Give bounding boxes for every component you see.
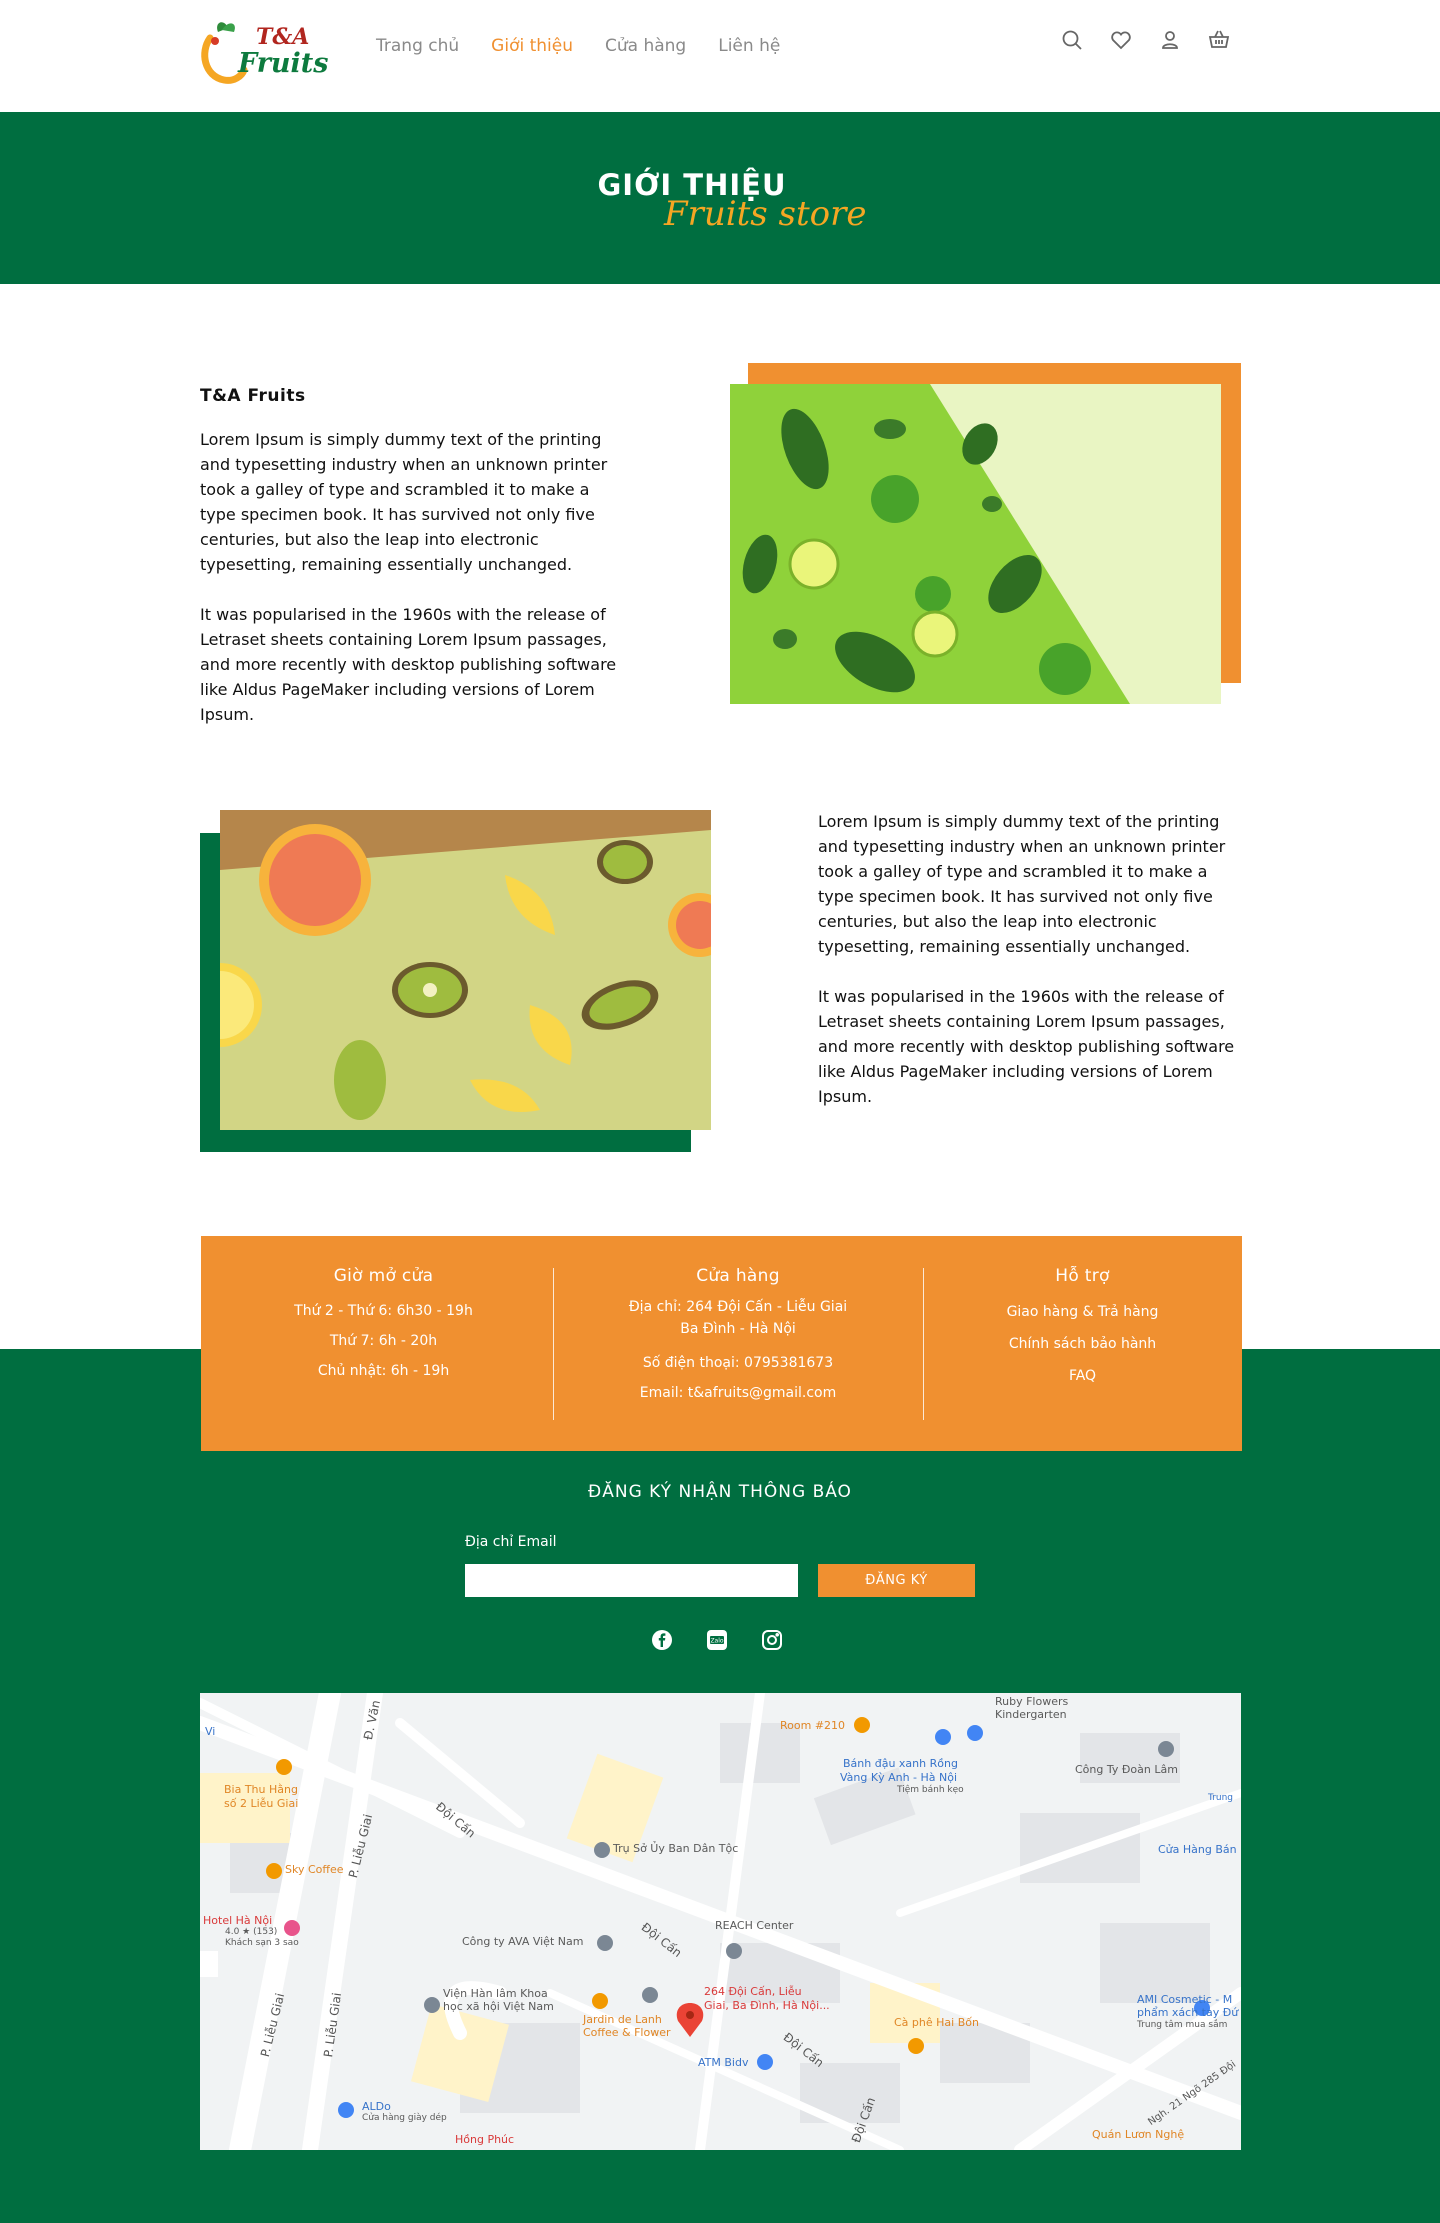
- map-label: Room #210: [780, 1719, 846, 1732]
- logo[interactable]: T&A Fruits: [200, 14, 328, 88]
- instagram-icon[interactable]: [761, 1629, 783, 1651]
- store-address: Địa chỉ: 264 Đội Cấn - Liễu Giai Ba Đình …: [553, 1296, 923, 1340]
- subscribe-button[interactable]: ĐĂNG KÝ: [818, 1564, 975, 1597]
- support-link-shipping[interactable]: Giao hàng & Trả hàng: [923, 1296, 1242, 1328]
- location-map[interactable]: Ruby Flowers Kindergarten Room #210 Bánh…: [200, 1693, 1241, 2150]
- map-label: Khách sạn 3 sao: [225, 1938, 299, 1948]
- nav-item-home[interactable]: Trang chủ: [376, 36, 459, 56]
- map-label: học xã hội Việt Nam: [443, 2000, 554, 2013]
- heart-icon[interactable]: [1109, 28, 1133, 52]
- map-label: số 2 Liễu Giai: [224, 1797, 299, 1810]
- about2-paragraph-2: It was popularised in the 1960s with the…: [818, 987, 1235, 1106]
- map-label: Kindergarten: [995, 1708, 1067, 1721]
- user-icon[interactable]: [1158, 28, 1182, 52]
- map-label: Trụ Sở Ủy Ban Dân Tộc: [613, 1842, 739, 1855]
- map-label: Cà phê Hai Bốn: [894, 2016, 979, 2029]
- about2-paragraph-1: Lorem Ipsum is simply dummy text of the …: [818, 812, 1226, 956]
- map-label: AMI Cosmetic - M: [1137, 1993, 1233, 2006]
- map-label: Quán Lươn Nghệ: [1092, 2128, 1185, 2141]
- newsletter-title: ĐĂNG KÝ NHẬN THÔNG BÁO: [588, 1482, 852, 1502]
- page: T&A Fruits Trang chủ Giới thiệu Cửa hàng…: [0, 0, 1440, 2223]
- map-label: Vi: [205, 1725, 216, 1738]
- store-email[interactable]: Email: t&afruits@gmail.com: [553, 1378, 923, 1408]
- map-label: Bia Thu Hằng: [224, 1783, 298, 1796]
- cucumber-lime-image: [730, 384, 1221, 704]
- logo-fruits-text: Fruits: [238, 48, 329, 79]
- map-label: Công ty AVA Việt Nam: [462, 1935, 584, 1948]
- map-label: Vàng Kỳ Anh - Hà Nội: [840, 1771, 958, 1784]
- opening-hours: Giờ mở cửa Thứ 2 - Thứ 6: 6h30 - 19h Thứ…: [201, 1266, 566, 1386]
- map-label: ALDo: [362, 2100, 391, 2113]
- map-label: ATM Bidv: [698, 2056, 749, 2069]
- svg-text:Zalo: Zalo: [710, 1638, 723, 1645]
- map-label: REACH Center: [715, 1919, 794, 1932]
- nav-item-about[interactable]: Giới thiệu: [491, 36, 573, 56]
- map-label: Ruby Flowers: [995, 1695, 1069, 1708]
- about-text: Lorem Ipsum is simply dummy text of the …: [200, 427, 630, 752]
- support-links: Hỗ trợ Giao hàng & Trả hàng Chính sách b…: [923, 1266, 1242, 1392]
- logo-ta-text: T&A: [256, 24, 310, 50]
- map-label: Cửa Hàng Bán: [1158, 1843, 1237, 1856]
- page-banner: GIỚI THIỆU Fruits store: [0, 112, 1440, 284]
- map-label: 4.0 ★ (153): [225, 1927, 278, 1937]
- map-label: Hồng Phúc: [455, 2133, 515, 2146]
- map-label: Coffee & Flower: [583, 2026, 671, 2039]
- store-info-title: Cửa hàng: [696, 1266, 780, 1286]
- support-title: Hỗ trợ: [1055, 1266, 1110, 1286]
- social-links: Zalo: [651, 1629, 783, 1651]
- map-label: Viện Hàn lâm Khoa: [443, 1987, 548, 2000]
- nav-item-contact[interactable]: Liên hệ: [718, 36, 780, 56]
- email-label: Địa chỉ Email: [465, 1534, 557, 1550]
- citrus-kiwi-image: [220, 810, 711, 1130]
- map-label: Công Ty Đoàn Lâm: [1075, 1763, 1178, 1776]
- map-label: Cửa hàng giày dép: [362, 2113, 447, 2123]
- main-nav: Trang chủ Giới thiệu Cửa hàng Liên hệ: [376, 36, 780, 56]
- hours-line: Thứ 7: 6h - 20h: [329, 1333, 438, 1349]
- hours-line: Thứ 2 - Thứ 6: 6h30 - 19h: [294, 1303, 473, 1319]
- zalo-icon[interactable]: Zalo: [706, 1629, 728, 1651]
- info-box: Giờ mở cửa Thứ 2 - Thứ 6: 6h30 - 19h Thứ…: [201, 1236, 1242, 1451]
- map-label: Bánh đậu xanh Rồng: [843, 1757, 958, 1770]
- site-header: T&A Fruits Trang chủ Giới thiệu Cửa hàng…: [0, 0, 1440, 112]
- map-label: Sky Coffee: [285, 1863, 344, 1876]
- about-text-2: Lorem Ipsum is simply dummy text of the …: [818, 809, 1248, 1134]
- email-input[interactable]: [465, 1564, 798, 1597]
- map-pin-address[interactable]: Giai, Ba Đình, Hà Nội...: [704, 1999, 830, 2012]
- map-label: Hotel Hà Nội: [203, 1914, 273, 1927]
- store-address-line-2: Ba Đình - Hà Nội: [680, 1321, 796, 1337]
- map-label: Trung tâm mua sắm: [1137, 2020, 1228, 2030]
- about-title: T&A Fruits: [200, 386, 306, 406]
- store-phone: Số điện thoại: 0795381673: [642, 1355, 834, 1371]
- opening-hours-title: Giờ mở cửa: [333, 1266, 434, 1286]
- cart-icon[interactable]: [1207, 28, 1231, 52]
- map-label: phẩm xách tay Đứ: [1137, 2006, 1239, 2019]
- header-icons: [1060, 28, 1231, 52]
- map-pin-address[interactable]: 264 Đội Cấn, Liễu: [704, 1985, 802, 1998]
- page-subtitle: Fruits store: [664, 194, 867, 234]
- about-paragraph-2: It was popularised in the 1960s with the…: [200, 605, 617, 724]
- map-label: Jardin de Lanh: [583, 2013, 662, 2026]
- about-paragraph-1: Lorem Ipsum is simply dummy text of the …: [200, 430, 608, 574]
- nav-item-shop[interactable]: Cửa hàng: [605, 36, 686, 56]
- support-link-faq[interactable]: FAQ: [923, 1360, 1242, 1392]
- facebook-icon[interactable]: [651, 1629, 673, 1651]
- support-link-warranty[interactable]: Chính sách bảo hành: [923, 1328, 1242, 1360]
- store-info: Cửa hàng Địa chỉ: 264 Đội Cấn - Liễu Gia…: [553, 1266, 923, 1408]
- map-label: Trung: [1208, 1793, 1233, 1803]
- hours-line: Chủ nhật: 6h - 19h: [317, 1363, 450, 1379]
- store-address-line-1: Địa chỉ: 264 Đội Cấn - Liễu Giai: [628, 1299, 848, 1315]
- map-label: Tiệm bánh kẹo: [897, 1785, 964, 1795]
- search-icon[interactable]: [1060, 28, 1084, 52]
